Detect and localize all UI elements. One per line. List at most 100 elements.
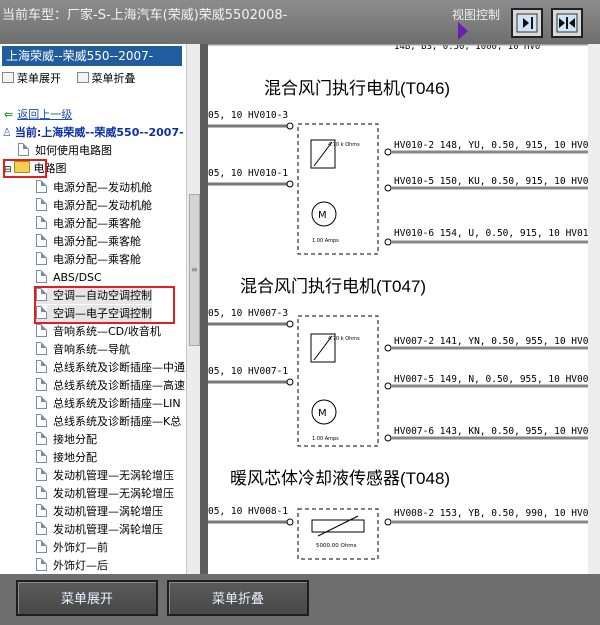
tree-item-label: 电源分配—乘客舱 <box>53 217 141 230</box>
tree-item[interactable]: 音响系统—CD/收音机 <box>36 323 161 340</box>
tree-item[interactable]: 发动机管理—无涡轮增压 <box>36 467 174 484</box>
right-wire-1-1: HV010-2 148, YU, 0.50, 915, 10 HV01 <box>394 140 588 151</box>
tree-item[interactable]: 接地分配 <box>36 431 97 448</box>
expand-view-button[interactable] <box>511 8 543 38</box>
document-icon <box>36 270 47 283</box>
tree-item-label: 音响系统—导航 <box>53 343 130 356</box>
tree-item[interactable]: 总线系统及诊断插座—LIN <box>36 395 181 412</box>
wiring-diagram-canvas: 14B, BS, 0.50, 1000, 10 HV0 混合风门执行电机(T04… <box>208 44 588 560</box>
menu-collapse-label: 菜单折叠 <box>91 72 136 85</box>
tree-item-label: 音响系统—CD/收音机 <box>53 325 161 338</box>
document-icon <box>36 540 47 553</box>
back-arrow-icon: ⇐ <box>4 108 14 121</box>
document-icon <box>36 558 47 571</box>
tree-item[interactable]: 电源分配—发动机舱 <box>36 179 152 196</box>
section-title-t047: 混合风门执行电机(T047) <box>240 277 426 296</box>
tree-item[interactable]: 发动机管理—涡轮增压 <box>36 521 163 538</box>
back-link[interactable]: 返回上一级 <box>17 108 72 121</box>
back-link-row[interactable]: ⇐ 返回上一级 <box>4 106 72 123</box>
title-bar: 当前车型：厂家-S-上海汽车(荣威)荣威5502008- 视图控制 <box>0 0 600 44</box>
document-icon <box>36 414 47 427</box>
diagram-scrollbar[interactable] <box>588 44 600 574</box>
vehicle-icon: ♙ <box>2 126 12 139</box>
motor-label-1: 1.00 Amps <box>312 238 339 244</box>
tree-item-label: 电源分配—发动机舱 <box>53 181 152 194</box>
resistor-label-1: 4.70 k Ohms <box>328 142 360 148</box>
document-icon <box>36 522 47 535</box>
menu-collapse-tool[interactable]: 菜单折叠 <box>76 70 136 86</box>
tree-item-label: 总线系统及诊断插座—LIN <box>53 397 181 410</box>
panel-splitter[interactable] <box>200 44 208 574</box>
svg-text:M: M <box>318 210 327 221</box>
left-wire-5: 05, 10 HV008-1 <box>208 506 288 517</box>
document-icon <box>36 180 47 193</box>
tree-item[interactable]: 总线系统及诊断插座—K总 <box>36 413 181 430</box>
document-icon <box>36 234 47 247</box>
wiring-diagram: 14B, BS, 0.50, 1000, 10 HV0 混合风门执行电机(T04… <box>208 44 600 574</box>
vehicle-header: 上海荣威--荣威550--2007- <box>2 46 182 66</box>
tree-item-label: 发动机管理—涡轮增压 <box>53 523 163 536</box>
tree-item[interactable]: 外饰灯—后 <box>36 557 108 574</box>
right-wire-2-3: HV007-6 143, KN, 0.50, 955, 10 HV00 <box>394 426 588 437</box>
tree-item-label: 接地分配 <box>53 451 97 464</box>
tree-item[interactable]: 总线系统及诊断插座—中通 <box>36 359 185 376</box>
sidebar-toolbar: 菜单展开 菜单折叠 <box>2 70 148 86</box>
tree-item[interactable]: 外饰灯—前 <box>36 539 108 556</box>
split-view-button[interactable] <box>551 8 583 38</box>
how-to-item[interactable]: 如何使用电路图 <box>18 142 112 159</box>
right-wire-3-1: HV008-2 153, YB, 0.50, 990, 10 HV00 <box>394 508 588 519</box>
sidebar-scrollbar[interactable]: ≡ <box>186 44 201 574</box>
tree-item-label: 电源分配—发动机舱 <box>53 199 152 212</box>
tree-item-label: 外饰灯—后 <box>53 559 108 572</box>
tree-item[interactable]: 电源分配—乘客舱 <box>36 215 141 232</box>
left-wire-4: 05, 10 HV007-1 <box>208 366 288 377</box>
tree-item-label: 电源分配—乘客舱 <box>53 253 141 266</box>
highlight-box <box>3 159 47 178</box>
document-icon <box>36 342 47 355</box>
document-icon <box>36 378 47 391</box>
motor-label-2: 1.00 Amps <box>312 436 339 442</box>
tree-item[interactable]: 发动机管理—无涡轮增压 <box>36 485 174 502</box>
tree-item[interactable]: 发动机管理—涡轮增压 <box>36 503 163 520</box>
right-wire-1-3: HV010-6 154, U, 0.50, 915, 10 HV01 <box>394 228 588 239</box>
sidebar-scroll-thumb[interactable]: ≡ <box>189 194 200 346</box>
right-wire-2-1: HV007-2 141, YN, 0.50, 955, 10 HV00 <box>394 336 588 347</box>
document-icon <box>36 504 47 517</box>
tree-item[interactable]: 音响系统—导航 <box>36 341 130 358</box>
document-icon <box>36 450 47 463</box>
tree-item-label: 接地分配 <box>53 433 97 446</box>
tree-item-label: 总线系统及诊断插座—中通 <box>53 361 185 374</box>
tree-item[interactable]: 电源分配—乘客舱 <box>36 233 141 250</box>
document-icon <box>36 324 47 337</box>
document-icon <box>18 143 29 156</box>
tree-item-label: 发动机管理—无涡轮增压 <box>53 469 174 482</box>
current-node[interactable]: ♙ 当前:上海荣威--荣威550--2007- <box>2 124 184 141</box>
view-control-label: 视图控制 <box>452 8 501 22</box>
current-label: 当前:上海荣威--荣威550--2007- <box>14 126 184 139</box>
menu-expand-button[interactable]: 菜单展开 <box>16 580 158 616</box>
document-icon <box>36 252 47 265</box>
split-view-icon <box>556 13 578 33</box>
tree-item-label: 总线系统及诊断插座—高速 <box>53 379 185 392</box>
expand-icon <box>2 72 14 83</box>
tree-item-label: 发动机管理—无涡轮增压 <box>53 487 174 500</box>
tree-item[interactable]: 电源分配—乘客舱 <box>36 251 141 268</box>
right-wire-1-2: HV010-5 150, KU, 0.50, 915, 10 HV01 <box>394 176 588 187</box>
tree-item[interactable]: 总线系统及诊断插座—高速 <box>36 377 185 394</box>
section-title-t048: 暖风芯体冷却液传感器(T048) <box>230 469 450 488</box>
left-wire-1: 05, 10 HV010-3 <box>208 110 288 121</box>
tree-item[interactable]: 电源分配—发动机舱 <box>36 197 152 214</box>
tree-item-label: 总线系统及诊断插座—K总 <box>53 415 182 428</box>
how-to-label: 如何使用电路图 <box>35 144 112 157</box>
vehicle-title: 当前车型：厂家-S-上海汽车(荣威)荣威5502008- <box>2 8 288 23</box>
svg-text:M: M <box>318 408 327 419</box>
menu-expand-tool[interactable]: 菜单展开 <box>2 70 61 86</box>
bottom-bar: 菜单展开 菜单折叠 <box>0 574 600 625</box>
document-icon <box>36 216 47 229</box>
tree-item-label: 电源分配—乘客舱 <box>53 235 141 248</box>
document-icon <box>36 198 47 211</box>
tree-item[interactable]: ABS/DSC <box>36 269 102 286</box>
tree-item[interactable]: 接地分配 <box>36 449 97 466</box>
document-icon <box>36 360 47 373</box>
menu-collapse-button[interactable]: 菜单折叠 <box>167 580 309 616</box>
